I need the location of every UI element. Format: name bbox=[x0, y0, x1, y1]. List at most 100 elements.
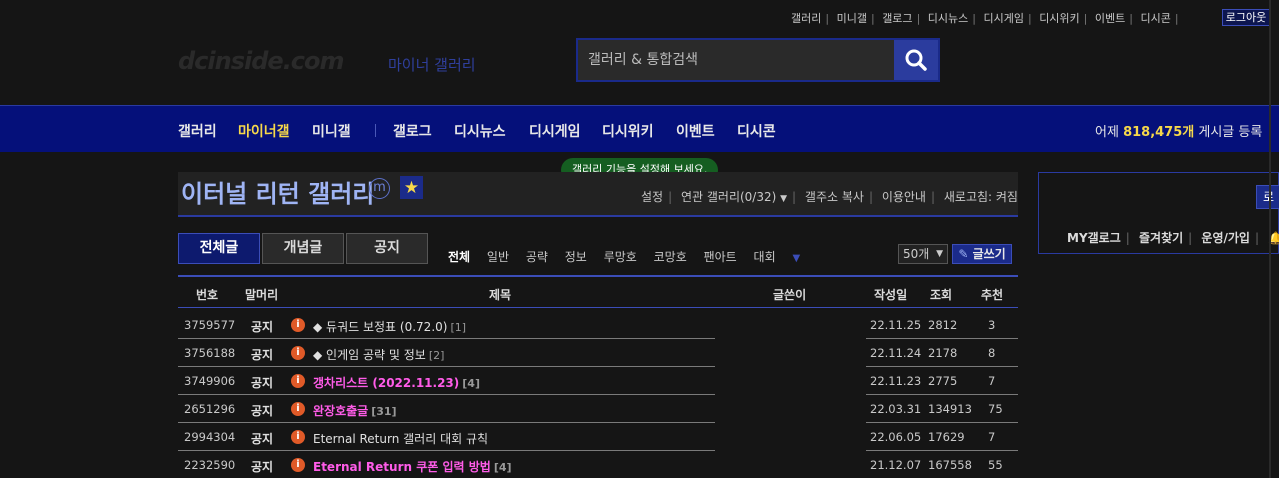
post-subject[interactable]: Eternal Return 쿠폰 입력 방법 [4] bbox=[313, 458, 512, 475]
comment-count[interactable]: [4] bbox=[462, 377, 480, 390]
post-subject[interactable]: ◆ 듀궈드 보정표 (0.72.0) [1] bbox=[313, 318, 466, 335]
comment-count[interactable]: [31] bbox=[371, 405, 396, 418]
post-title[interactable]: Eternal Return 갤러리 대회 규칙 bbox=[313, 432, 488, 446]
post-title[interactable]: 갱차리스트 (2022.11.23) bbox=[313, 376, 459, 390]
filter-general[interactable]: 일반 bbox=[487, 250, 509, 264]
chevron-down-icon: ▼ bbox=[936, 249, 943, 259]
manage-join-link[interactable]: 운영/가입 bbox=[1201, 231, 1250, 245]
header-head: 말머리 bbox=[245, 288, 279, 302]
filter-lumia-island[interactable]: 루망호 bbox=[604, 250, 637, 264]
stat-value: 818,475개 bbox=[1123, 125, 1195, 140]
tab-notice[interactable]: 공지 bbox=[346, 233, 428, 264]
filter-guide[interactable]: 공략 bbox=[526, 250, 548, 264]
top-link-minigall[interactable]: 미니갤 bbox=[837, 12, 867, 25]
post-recommend: 75 bbox=[988, 402, 1003, 416]
post-views: 2812 bbox=[928, 318, 958, 332]
logout-button[interactable]: 로그아웃 bbox=[1222, 9, 1270, 26]
post-date: 22.11.23 bbox=[870, 374, 922, 388]
favorites-link[interactable]: 즐겨찾기 bbox=[1139, 231, 1183, 245]
post-title[interactable]: ◆ 인게임 공략 및 정보 bbox=[313, 348, 426, 362]
gnb-gallog[interactable]: 갤로그 bbox=[393, 121, 432, 141]
post-head: 공지 bbox=[251, 376, 274, 390]
filter-coma[interactable]: 코망호 bbox=[654, 250, 687, 264]
gallery-settings-link[interactable]: 설정 bbox=[641, 190, 663, 204]
post-subject[interactable]: 갱차리스트 (2022.11.23) [4] bbox=[313, 374, 480, 391]
post-recommend: 7 bbox=[988, 430, 996, 444]
top-link-gallog[interactable]: 갤로그 bbox=[882, 12, 912, 25]
post-views: 17629 bbox=[928, 430, 965, 444]
related-gallery-link[interactable]: 연관 갤러리(0/32) bbox=[681, 190, 776, 204]
my-gallog-link[interactable]: MY갤로그 bbox=[1067, 231, 1121, 245]
filter-fanart[interactable]: 팬아트 bbox=[704, 250, 737, 264]
usage-guide-link[interactable]: 이용안내 bbox=[882, 190, 926, 204]
table-row[interactable]: 3756188 공지 i ◆ 인게임 공략 및 정보 [2] 22.11.24 2… bbox=[178, 339, 1018, 367]
filter-tournament[interactable]: 대회 bbox=[754, 250, 776, 264]
more-filters-icon[interactable]: ▼ bbox=[792, 253, 800, 264]
gnb-minor-gallery[interactable]: 마이너갤 bbox=[238, 121, 290, 141]
post-number: 3749906 bbox=[184, 374, 236, 388]
logo-subtitle[interactable]: 마이너 갤러리 bbox=[388, 54, 476, 75]
top-link-event[interactable]: 이벤트 bbox=[1095, 12, 1125, 25]
search-input[interactable] bbox=[578, 40, 894, 80]
favorite-star-icon[interactable]: ★ bbox=[400, 176, 423, 199]
gnb-wiki[interactable]: 디시위키 bbox=[602, 121, 654, 141]
scrollbar[interactable] bbox=[1269, 0, 1271, 478]
post-number: 2232590 bbox=[184, 458, 236, 472]
top-link-news[interactable]: 디시뉴스 bbox=[928, 12, 968, 25]
post-subject[interactable]: ◆ 인게임 공략 및 정보 [2] bbox=[313, 346, 444, 363]
list-count-value: 50개 bbox=[903, 247, 930, 261]
search-icon bbox=[905, 49, 927, 71]
post-views: 167558 bbox=[928, 458, 972, 472]
top-link-game[interactable]: 디시게임 bbox=[983, 12, 1023, 25]
list-count-select[interactable]: 50개 ▼ bbox=[898, 244, 948, 264]
gnb-mini-gallery[interactable]: 미니갤 bbox=[312, 121, 351, 141]
gnb-game[interactable]: 디시게임 bbox=[529, 121, 581, 141]
head-filter-tabs: 전체 일반 공략 정보 루망호 코망호 팬아트 대회 ▼ bbox=[448, 248, 813, 265]
copy-address-link[interactable]: 갤주소 복사 bbox=[805, 190, 864, 204]
table-row[interactable]: 3759577 공지 i ◆ 듀궈드 보정표 (0.72.0) [1] 22.11… bbox=[178, 311, 1018, 339]
filter-info[interactable]: 정보 bbox=[565, 250, 587, 264]
post-subject[interactable]: Eternal Return 갤러리 대회 규칙 bbox=[313, 430, 491, 447]
post-subject[interactable]: 완장호출글 [31] bbox=[313, 402, 397, 419]
header-date: 작성일 bbox=[874, 288, 908, 302]
gnb-news[interactable]: 디시뉴스 bbox=[454, 121, 506, 141]
header-writer: 글쓴이 bbox=[773, 288, 807, 302]
post-date: 22.11.25 bbox=[870, 318, 922, 332]
notice-info-icon: i bbox=[291, 402, 305, 416]
table-row[interactable]: 2651296 공지 i 완장호출글 [31] 22.03.31 134913 7… bbox=[178, 395, 1018, 423]
comment-count[interactable]: [1] bbox=[450, 321, 466, 334]
comment-count[interactable]: [2] bbox=[429, 349, 445, 362]
header-rec: 추천 bbox=[981, 288, 1004, 302]
table-row[interactable]: 3749906 공지 i 갱차리스트 (2022.11.23) [4] 22.11… bbox=[178, 367, 1018, 395]
gnb-event[interactable]: 이벤트 bbox=[676, 121, 715, 141]
gnb-dccon[interactable]: 디시콘 bbox=[737, 121, 776, 141]
table-row[interactable]: 2994304 공지 i Eternal Return 갤러리 대회 규칙 22… bbox=[178, 423, 1018, 451]
filter-all[interactable]: 전체 bbox=[448, 250, 470, 264]
tab-all-posts[interactable]: 전체글 bbox=[178, 233, 260, 264]
login-button[interactable]: 로그인 bbox=[1256, 185, 1279, 209]
side-links: MY갤로그 | 즐겨찾기 | 운영/가입 | 🔔 bbox=[1067, 229, 1279, 246]
post-date: 21.12.07 bbox=[870, 458, 922, 472]
pencil-icon: ✎ bbox=[958, 247, 969, 261]
top-link-gallery[interactable]: 갤러리 bbox=[791, 12, 821, 25]
write-button[interactable]: ✎ 글쓰기 bbox=[952, 244, 1012, 264]
post-number: 3759577 bbox=[184, 318, 236, 332]
site-logo[interactable]: dcinside.com bbox=[178, 47, 345, 75]
post-head: 공지 bbox=[251, 460, 274, 474]
post-head: 공지 bbox=[251, 348, 274, 362]
comment-count[interactable]: [4] bbox=[494, 461, 512, 474]
gnb-gallery[interactable]: 갤러리 bbox=[178, 121, 217, 141]
auto-refresh-toggle[interactable]: 새로고침: 켜짐 bbox=[944, 190, 1018, 204]
post-title[interactable]: Eternal Return 쿠폰 입력 방법 bbox=[313, 460, 491, 474]
gallery-title[interactable]: 이터널 리턴 갤러리 bbox=[181, 174, 374, 209]
top-link-wiki[interactable]: 디시위키 bbox=[1039, 12, 1079, 25]
tab-concept-posts[interactable]: 개념글 bbox=[262, 233, 344, 264]
table-row[interactable]: 2232590 공지 i Eternal Return 쿠폰 입력 방법 [4] … bbox=[178, 451, 1018, 478]
search-button[interactable] bbox=[894, 40, 938, 80]
post-title[interactable]: 완장호출글 bbox=[313, 404, 368, 418]
notice-info-icon: i bbox=[291, 318, 305, 332]
post-title[interactable]: ◆ 듀궈드 보정표 (0.72.0) bbox=[313, 320, 447, 334]
chevron-down-icon[interactable]: ▼ bbox=[780, 194, 787, 204]
post-recommend: 7 bbox=[988, 374, 996, 388]
top-link-dccon[interactable]: 디시콘 bbox=[1140, 12, 1170, 25]
